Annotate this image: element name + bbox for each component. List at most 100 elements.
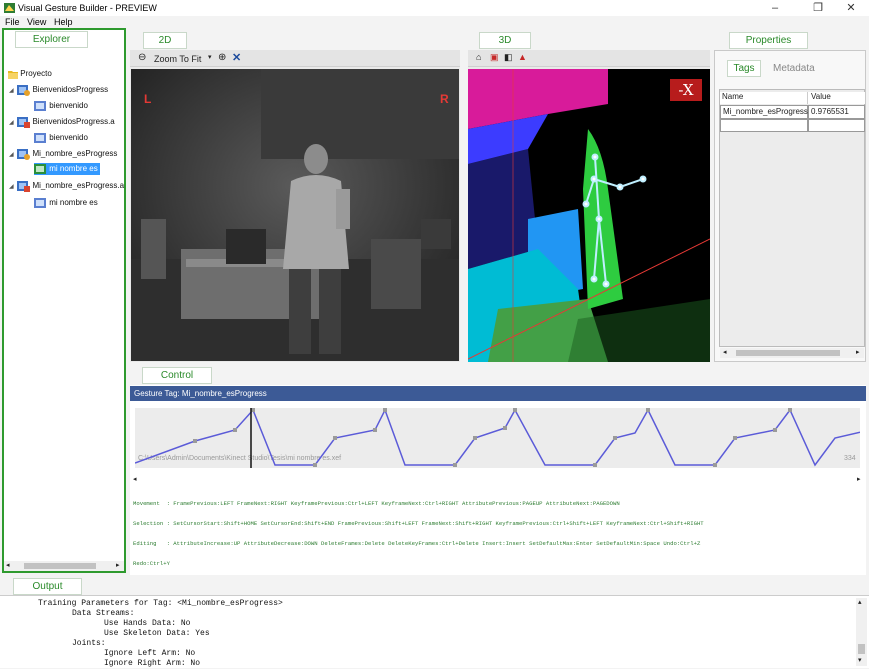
minimize-button[interactable]: – <box>764 1 786 15</box>
scrollbar-thumb[interactable] <box>24 563 96 569</box>
camera-icon[interactable]: ⌂ <box>476 52 481 62</box>
tag-value-cell[interactable]: 0.9765531 <box>808 105 865 119</box>
tree-item-label: mi nombre es <box>49 198 98 208</box>
view-3d-toolbar: ⌂ ▣ ◧ ▲ <box>468 50 710 67</box>
tab-control[interactable]: Control <box>142 367 212 384</box>
output-line: Training Parameters for Tag: <Mi_nombre_… <box>38 599 283 608</box>
scrollbar-thumb[interactable] <box>736 350 840 356</box>
window-title: Visual Gesture Builder - PREVIEW <box>18 3 157 13</box>
tree-item-label: Mi_nombre_esProgress <box>32 149 118 159</box>
tree-item-label: Mi_nombre_esProgress.a <box>32 181 125 191</box>
gesture-clip-icon <box>34 101 46 111</box>
column-header-value[interactable]: Value <box>808 92 865 104</box>
tree-item-label: BienvenidosProgress <box>32 85 109 95</box>
side-view-icon[interactable]: ◧ <box>504 52 513 63</box>
tree-item-label: mi nombre es <box>49 164 98 174</box>
control-panel: Gesture Tag: Mi_nombre_esProgress C:\Use… <box>130 385 866 575</box>
folder-icon <box>8 71 18 79</box>
tab-tags[interactable]: Tags <box>727 60 761 77</box>
gesture-clip-icon <box>34 198 46 208</box>
gesture-signal-chart <box>135 408 860 468</box>
properties-panel: Tags Metadata Name Value Mi_nombre_esPro… <box>714 50 866 362</box>
empty-value-cell[interactable] <box>808 119 865 132</box>
ir-camera-image <box>131 69 459 361</box>
tree-item-label: bienvenido <box>49 133 88 143</box>
tree-item-mi-nombre-es-selected[interactable]: mi nombre es <box>34 163 100 175</box>
collapse-triangle-icon[interactable]: ◢ <box>9 119 15 126</box>
output-line: Ignore Left Arm: No <box>104 649 196 658</box>
close-button[interactable]: ✕ <box>840 1 862 15</box>
menu-view[interactable]: View <box>27 17 46 27</box>
scroll-right-icon[interactable]: ▸ <box>116 561 120 569</box>
scroll-right-icon[interactable]: ▸ <box>857 475 861 483</box>
tree-item-bienvenidos-progress[interactable]: ◢ BienvenidosProgress <box>9 84 108 96</box>
tree-item-bienvenido[interactable]: bienvenido <box>34 100 88 112</box>
collapse-triangle-icon[interactable]: ◢ <box>9 87 15 94</box>
output-panel: Training Parameters for Tag: <Mi_nombre_… <box>0 595 869 668</box>
scroll-down-icon[interactable]: ▾ <box>858 656 862 664</box>
scrollbar-thumb[interactable] <box>858 644 865 654</box>
shortcut-line-editing: Editing : AttributeIncrease:UP Attribute… <box>133 539 701 547</box>
output-vertical-scrollbar[interactable]: ▴ ▾ <box>856 598 867 666</box>
restore-button[interactable]: ❐ <box>807 1 829 15</box>
scroll-right-icon[interactable]: ▸ <box>856 348 860 356</box>
explorer-tree: Proyecto ◢ BienvenidosProgress bienvenid… <box>4 30 124 550</box>
keyboard-shortcuts: Movement : FramePrevious:LEFT FrameNext:… <box>133 488 866 580</box>
tree-item-mi-nombre-es-progress[interactable]: ◢ Mi_nombre_esProgress <box>9 148 117 160</box>
tag-name-cell[interactable]: Mi_nombre_esProgress <box>720 105 808 119</box>
tab-3d[interactable]: 3D <box>479 32 531 49</box>
top-view-icon[interactable]: ▲ <box>518 52 527 62</box>
menu-bar: File View Help <box>0 16 869 28</box>
axis-x-badge: -X <box>670 79 702 101</box>
right-marker: R <box>440 92 449 106</box>
control-horizontal-scrollbar[interactable]: ◂ ▸ <box>130 475 866 485</box>
tree-item-bienvenido-analysis[interactable]: bienvenido <box>34 132 88 144</box>
output-line: Data Streams: <box>72 609 135 618</box>
menu-file[interactable]: File <box>5 17 20 27</box>
timeline[interactable]: C:\Users\Admin\Documents\Kinect Studio\T… <box>135 408 860 468</box>
gesture-clip-icon <box>34 133 46 143</box>
tree-item-bienvenidos-progress-a[interactable]: ◢ BienvenidosProgress.a <box>9 116 115 128</box>
app-icon <box>4 3 15 13</box>
gesture-clip-icon <box>34 164 46 174</box>
scroll-left-icon[interactable]: ◂ <box>6 561 10 569</box>
scroll-left-icon[interactable]: ◂ <box>723 348 727 356</box>
tab-output[interactable]: Output <box>13 578 82 595</box>
tags-grid: Name Value Mi_nombre_esProgress 0.976553… <box>719 89 865 358</box>
collapse-triangle-icon[interactable]: ◢ <box>9 151 15 158</box>
tree-item-mi-nombre-es-analysis[interactable]: mi nombre es <box>34 197 98 209</box>
output-log: Training Parameters for Tag: <Mi_nombre_… <box>0 599 850 669</box>
tab-metadata[interactable]: Metadata <box>773 63 815 74</box>
view-2d-panel: ⊖ Zoom To Fit ▾ ⊕ ✕ L R <box>130 50 460 362</box>
front-view-icon[interactable]: ▣ <box>490 52 499 63</box>
title-bar: Visual Gesture Builder - PREVIEW – ❐ ✕ <box>0 0 869 16</box>
view-2d-toolbar: ⊖ Zoom To Fit ▾ ⊕ ✕ <box>130 50 460 67</box>
tab-properties[interactable]: Properties <box>729 32 808 49</box>
shortcut-line-redo: Redo:Ctrl+Y <box>133 559 170 567</box>
empty-name-cell[interactable] <box>720 119 808 132</box>
properties-horizontal-scrollbar[interactable]: ◂ ▸ <box>720 348 864 358</box>
explorer-horizontal-scrollbar[interactable]: ◂ ▸ <box>4 561 124 571</box>
view-3d-panel: ⌂ ▣ ◧ ▲ -X <box>468 50 710 362</box>
point-cloud-view <box>468 69 710 362</box>
tab-2d[interactable]: 2D <box>143 32 187 49</box>
gesture-tag-header: Gesture Tag: Mi_nombre_esProgress <box>130 386 866 401</box>
zoom-select[interactable]: Zoom To Fit <box>154 54 201 64</box>
scroll-up-icon[interactable]: ▴ <box>858 598 862 606</box>
menu-help[interactable]: Help <box>54 17 73 27</box>
tree-item-label: bienvenido <box>49 101 88 111</box>
chevron-down-icon[interactable]: ▾ <box>208 53 212 61</box>
zoom-out-icon[interactable]: ⊖ <box>138 52 146 63</box>
collapse-triangle-icon[interactable]: ◢ <box>9 183 15 190</box>
zoom-in-icon[interactable]: ⊕ <box>218 52 226 63</box>
gesture-analysis-icon <box>17 181 31 192</box>
tree-item-proyecto[interactable]: Proyecto <box>8 69 52 79</box>
tree-item-mi-nombre-es-progress-a[interactable]: ◢ Mi_nombre_esProgress.a <box>9 180 124 192</box>
output-line: Joints: <box>72 639 106 648</box>
fit-icon[interactable]: ✕ <box>232 51 241 64</box>
tree-item-label: Proyecto <box>20 69 52 79</box>
column-header-name[interactable]: Name <box>720 92 808 104</box>
scroll-left-icon[interactable]: ◂ <box>133 475 137 483</box>
gesture-project-icon <box>17 85 31 96</box>
gesture-project-icon <box>17 149 31 160</box>
